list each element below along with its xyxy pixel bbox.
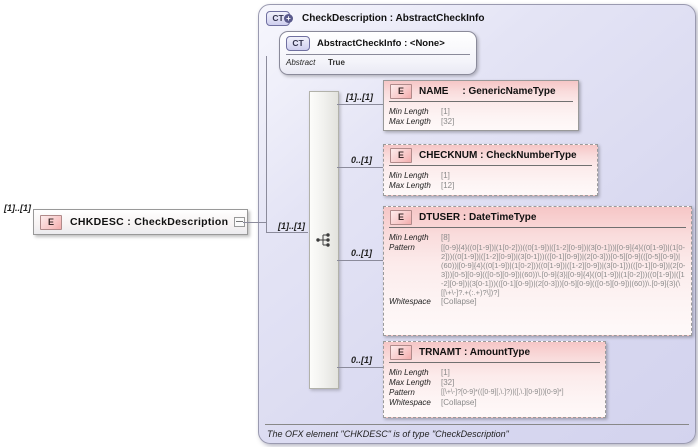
facet-name: Max Length [389,117,431,126]
connector-line [337,367,383,368]
facet-name: Abstract [286,58,316,67]
facet-value: [1] [441,107,450,116]
footnote-text: The OFX element "CHKDESC" is of type "Ch… [267,429,509,439]
sequence-icon [315,232,333,253]
complex-type-title: CheckDescription : AbstractCheckInfo [302,13,485,24]
source-cardinality-label: [1]..[1] [4,203,31,213]
complex-type-header: CT + CheckDescription : AbstractCheckInf… [266,11,484,26]
ct-icon-label: CT [272,13,284,23]
facet-value: [Collapse] [441,297,477,306]
element-title: DTUSER : DateTimeType [419,211,537,223]
element-box-dtuser[interactable]: E DTUSER : DateTimeType Min Length [8] P… [383,206,692,336]
connector-line [266,232,308,233]
facet-name: Min Length [389,107,429,116]
facet-row: Min Length [1] [389,107,573,117]
cardinality-label-dtuser: 0..[1] [351,248,373,258]
connector-line [337,104,383,105]
facet-row: Whitespace [Collapse] [389,398,600,408]
connector-line [243,222,267,223]
element-header: E TRNAMT : AmountType [384,342,605,361]
facet-name: Max Length [389,181,431,190]
facet-row: Whitespace [Collapse] [389,297,686,307]
facet-value: True [328,58,345,67]
complex-type-plus-icon: CT + [266,11,293,26]
facet-list: Min Length [8] Pattern [[0-9]{4}((0[1-9]… [384,228,691,310]
footnote-separator [265,424,689,425]
element-icon: E [390,344,412,360]
element-icon: E [390,209,412,225]
facet-row: Max Length [32] [389,117,573,127]
facet-value: [Collapse] [441,398,477,407]
element-header: E NAME : GenericNameType [384,81,578,100]
complex-type-icon: CT [286,36,310,51]
connector-line [337,167,383,168]
connector-line [266,56,267,233]
base-type-title: AbstractCheckInfo : <None> [317,38,445,49]
sequence-cardinality-label: [1]..[1] [278,221,305,231]
facet-row: Max Length [12] [389,181,592,191]
facet-name: Pattern [389,388,415,397]
facet-row: Min Length [8] [389,233,686,243]
facet-value: [1] [441,171,450,180]
facet-name: Max Length [389,378,431,387]
facet-row: Max Length [32] [389,378,600,388]
facet-name: Min Length [389,368,429,377]
element-title: CHECKNUM : CheckNumberType [419,149,577,161]
xsd-diagram: [1]..[1] E CHKDESC : CheckDescription CT… [0,0,698,447]
facet-row: Abstract True [280,55,476,70]
facet-value: [32] [441,117,455,126]
cardinality-label-name: [1]..[1] [346,92,373,102]
source-element-title: CHKDESC : CheckDescription [70,216,229,228]
facet-name: Whitespace [389,398,431,407]
facet-value-pattern: [[\+\-]?[0-9]*(([0-9][,\.]?)|([,\.][0-9]… [441,389,564,396]
facet-value: [12] [441,181,455,190]
facet-name: Min Length [389,233,429,242]
source-element-box[interactable]: E CHKDESC : CheckDescription [33,209,248,235]
plus-icon: + [284,14,293,23]
facet-row: Min Length [1] [389,171,592,181]
facet-name: Pattern [389,243,415,252]
facet-row: Min Length [1] [389,368,600,378]
facet-list: Min Length [1] Max Length [12] [384,166,597,194]
element-header: E CHECKNUM : CheckNumberType [384,145,597,164]
facet-list: Min Length [1] Max Length [32] Pattern [… [384,363,605,411]
facet-value: [1] [441,368,450,377]
sequence-compositor-bar[interactable] [309,91,339,389]
cardinality-label-trnamt: 0..[1] [351,355,373,365]
base-type-header: CT AbstractCheckInfo : <None> [280,32,476,53]
facet-list: Min Length [1] Max Length [32] [384,102,578,130]
element-box-trnamt[interactable]: E TRNAMT : AmountType Min Length [1] Max… [383,341,606,418]
facet-name: Min Length [389,171,429,180]
base-type-box[interactable]: CT AbstractCheckInfo : <None> Abstract T… [279,31,477,75]
facet-name: Whitespace [389,297,431,306]
facet-row: Pattern [[\+\-]?[0-9]*(([0-9][,\.]?)|([,… [389,388,600,398]
element-box-checknum[interactable]: E CHECKNUM : CheckNumberType Min Length … [383,144,598,196]
element-title: TRNAMT : AmountType [419,346,531,358]
facet-value-pattern: [[0-9]{4}((0[1-9])|(1[0-2]))((0[1-9])|([… [441,243,686,297]
element-box-name[interactable]: E NAME : GenericNameType Min Length [1] … [383,80,579,131]
element-icon: E [390,147,412,163]
element-icon: E [40,214,62,230]
complex-type-container[interactable]: CT + CheckDescription : AbstractCheckInf… [258,4,696,444]
facet-value: [8] [441,233,450,242]
cardinality-label-checknum: 0..[1] [351,155,373,165]
element-icon: E [390,83,412,99]
element-title: NAME : GenericNameType [419,85,556,97]
facet-value: [32] [441,378,455,387]
connector-line [337,260,383,261]
facet-row: Pattern [[0-9]{4}((0[1-9])|(1[0-2]))((0[… [389,243,686,297]
element-header: E DTUSER : DateTimeType [384,207,691,226]
